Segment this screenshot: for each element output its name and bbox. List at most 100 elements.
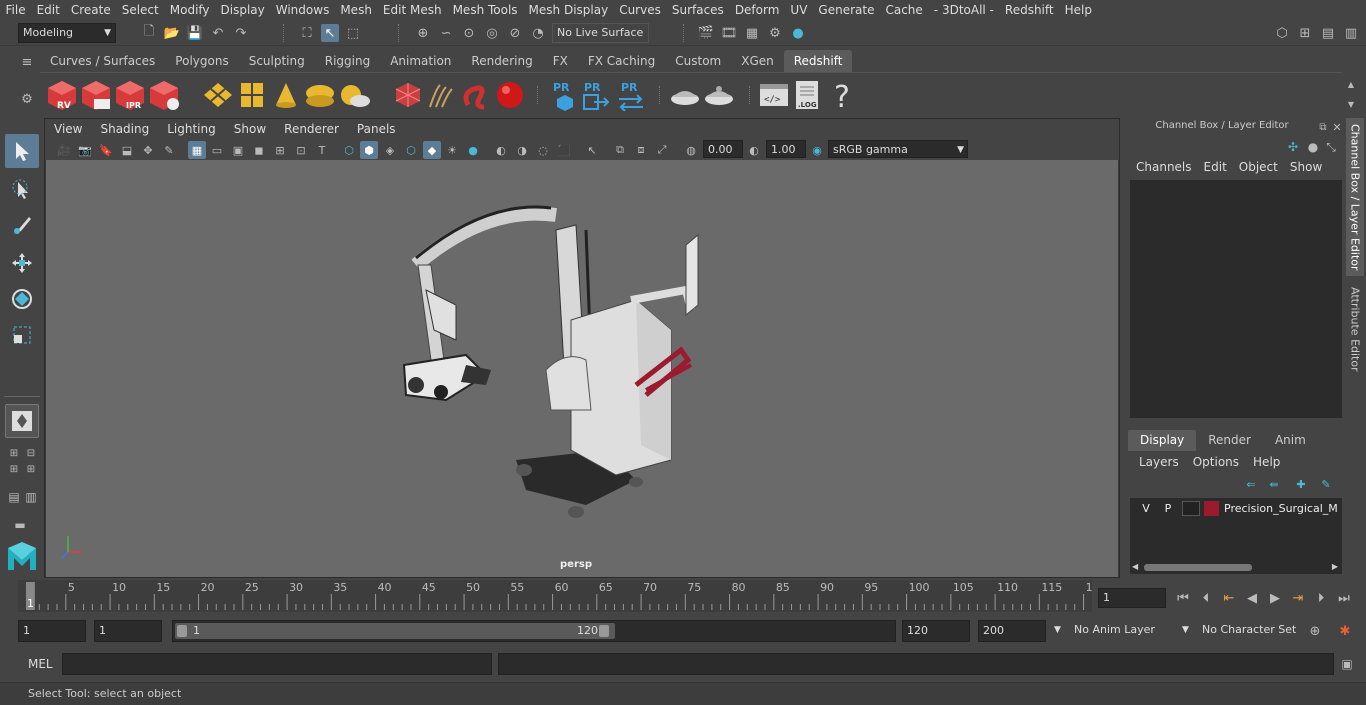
menu-mesh-tools[interactable]: Mesh Tools xyxy=(447,3,523,17)
snap-grid-icon[interactable]: ⊕ xyxy=(414,24,432,42)
help-icon[interactable]: ? xyxy=(826,79,858,111)
shelf-tab-rendering[interactable]: Rendering xyxy=(461,50,542,72)
play-forwards-icon[interactable]: ▶ xyxy=(1266,589,1284,607)
gate-mask-icon[interactable]: ◼ xyxy=(250,141,268,159)
gamma-field[interactable]: 1.00 xyxy=(766,140,806,158)
redshift-material-ball-icon[interactable] xyxy=(494,79,526,111)
menu-select[interactable]: Select xyxy=(116,3,164,17)
scene-start-field[interactable]: 1 xyxy=(18,620,86,642)
camera-attributes-icon[interactable]: 📷 xyxy=(76,141,94,159)
menu-generate[interactable]: Generate xyxy=(813,3,880,17)
viewport-menu-renderer[interactable]: Renderer xyxy=(275,122,348,136)
select-camera-icon[interactable]: 🎥 xyxy=(55,141,73,159)
hypershade-icon[interactable]: ● xyxy=(789,24,807,42)
layer-menu-layers[interactable]: Layers xyxy=(1132,455,1186,469)
menu-mesh[interactable]: Mesh xyxy=(335,3,378,17)
playback-end-field[interactable]: 120 xyxy=(902,620,970,642)
scene-end-field[interactable]: 200 xyxy=(978,620,1046,642)
toggle-channel-box-icon[interactable]: ▤ xyxy=(1319,24,1337,42)
grease-pencil-icon[interactable]: ✎ xyxy=(160,141,178,159)
layer-playback-toggle[interactable]: P xyxy=(1160,502,1176,515)
range-slider-handle[interactable] xyxy=(175,623,615,639)
3d-viewport[interactable]: persp xyxy=(46,160,1118,577)
redshift-spot-light-icon[interactable] xyxy=(270,79,302,111)
redshift-area-light-icon[interactable] xyxy=(236,79,268,111)
redshift-mesh-proxy-icon[interactable] xyxy=(392,79,424,111)
menu-help[interactable]: Help xyxy=(1059,3,1097,17)
ambient-occlusion-icon[interactable]: ● xyxy=(464,141,482,159)
ipr-render-icon[interactable]: ▦ xyxy=(743,24,761,42)
layer-tab-display[interactable]: Display xyxy=(1128,430,1197,451)
live-surface-field[interactable]: No Live Surface xyxy=(552,23,649,43)
select-hierarchy-icon[interactable]: ⛶ xyxy=(298,24,316,42)
shelf-tab-animation[interactable]: Animation xyxy=(380,50,461,72)
log-file-icon[interactable]: .LOG xyxy=(792,79,824,111)
bookmark-icon[interactable]: 🔖 xyxy=(97,141,115,159)
redshift-proxy-icon[interactable] xyxy=(202,79,234,111)
new-layer-selected-icon[interactable]: ✎ xyxy=(1317,475,1335,493)
resolution-gate-icon[interactable]: ▣ xyxy=(229,141,247,159)
new-empty-layer-icon[interactable]: ✚ xyxy=(1292,475,1310,493)
paint-select-tool-icon[interactable] xyxy=(5,208,39,242)
select-component-icon[interactable]: ⬚ xyxy=(344,24,362,42)
pr-import-icon[interactable]: PR xyxy=(580,79,612,111)
grid-icon[interactable]: ▦ xyxy=(188,141,206,159)
redshift-volume-icon[interactable] xyxy=(460,79,492,111)
layer-visibility-toggle[interactable]: V xyxy=(1138,502,1154,515)
render-settings-icon[interactable]: ⚙ xyxy=(766,24,784,42)
layer-menu-help[interactable]: Help xyxy=(1246,455,1287,469)
open-scene-icon[interactable]: 📂 xyxy=(163,24,181,42)
viewport-menu-show[interactable]: Show xyxy=(225,122,275,136)
panel-layout-b-icon[interactable]: ▥ xyxy=(22,484,40,510)
menu-mesh-display[interactable]: Mesh Display xyxy=(523,3,614,17)
animation-preferences-icon[interactable]: ✱ xyxy=(1336,622,1354,640)
channel-menu-channels[interactable]: Channels xyxy=(1130,160,1198,174)
snap-view-icon[interactable]: ◎ xyxy=(483,24,501,42)
shelf-tab-fx[interactable]: FX xyxy=(543,50,578,72)
motion-blur-icon[interactable]: ◐ xyxy=(492,141,510,159)
viewport-menu-view[interactable]: View xyxy=(45,122,91,136)
script-editor-button-icon[interactable]: ▣ xyxy=(1338,655,1356,673)
select-object-icon[interactable]: ↖ xyxy=(321,24,339,42)
range-handle-left-icon[interactable] xyxy=(177,625,187,637)
anim-layer-selector[interactable]: No Anim Layer ▼ xyxy=(1052,620,1166,642)
new-scene-icon[interactable]: 🗋 xyxy=(140,24,158,42)
view-transform-selector[interactable]: sRGB gamma ▼ xyxy=(828,140,968,158)
move-layer-down-icon[interactable]: ⇚ xyxy=(1265,475,1283,493)
step-forward-frame-icon[interactable]: ⏵ xyxy=(1312,589,1330,607)
layer-name[interactable]: Precision_Surgical_Mic xyxy=(1224,502,1338,515)
layer-menu-options[interactable]: Options xyxy=(1186,455,1246,469)
2d-pan-zoom-icon[interactable]: ✥ xyxy=(139,141,157,159)
smooth-shade-icon[interactable]: ⬢ xyxy=(360,141,378,159)
step-forward-key-icon[interactable]: ⇥ xyxy=(1289,589,1307,607)
speed-icon[interactable]: ● xyxy=(1304,138,1322,156)
exposure-icon[interactable]: ◍ xyxy=(682,141,700,159)
step-back-frame-icon[interactable]: ⏴ xyxy=(1197,589,1215,607)
shelf-settings-icon[interactable]: ⚙ xyxy=(18,90,36,108)
mode-selector[interactable]: Modeling ▼ xyxy=(18,23,116,43)
shelf-scroll-down-icon[interactable]: ▼ xyxy=(1342,95,1360,113)
menu-cache[interactable]: Cache xyxy=(880,3,928,17)
render-view-icon[interactable]: 🎬 xyxy=(697,24,715,42)
range-slider[interactable]: 1 120 xyxy=(172,620,896,642)
xray-joints-icon[interactable]: ⧉ xyxy=(611,141,629,159)
layer-tab-anim[interactable]: Anim xyxy=(1263,430,1318,451)
depth-of-field-icon[interactable]: ◌ xyxy=(534,141,552,159)
color-management-icon[interactable]: ◉ xyxy=(808,141,826,159)
frame-all-icon[interactable]: ⤢ xyxy=(653,141,671,159)
modeling-toolkit-icon[interactable]: ⬡ xyxy=(1273,24,1291,42)
shelf-tab-rigging[interactable]: Rigging xyxy=(315,50,380,72)
single-perspective-layout-icon[interactable] xyxy=(5,404,39,438)
viewport-menu-shading[interactable]: Shading xyxy=(91,122,158,136)
make-live-icon[interactable]: ◔ xyxy=(529,24,547,42)
channel-menu-show[interactable]: Show xyxy=(1284,160,1328,174)
redo-icon[interactable]: ↷ xyxy=(232,24,250,42)
shelf-scroll-up-icon[interactable]: ▲ xyxy=(1342,75,1360,93)
safe-action-icon[interactable]: ⊡ xyxy=(292,141,310,159)
menu-file[interactable]: File xyxy=(0,3,31,17)
lasso-tool-icon[interactable] xyxy=(5,172,39,206)
graph-layout-icon[interactable]: ⊞ xyxy=(22,460,40,478)
shelf-tab-custom[interactable]: Custom xyxy=(665,50,731,72)
snap-curve-icon[interactable]: ∽ xyxy=(437,24,455,42)
save-scene-icon[interactable]: 💾 xyxy=(186,24,204,42)
